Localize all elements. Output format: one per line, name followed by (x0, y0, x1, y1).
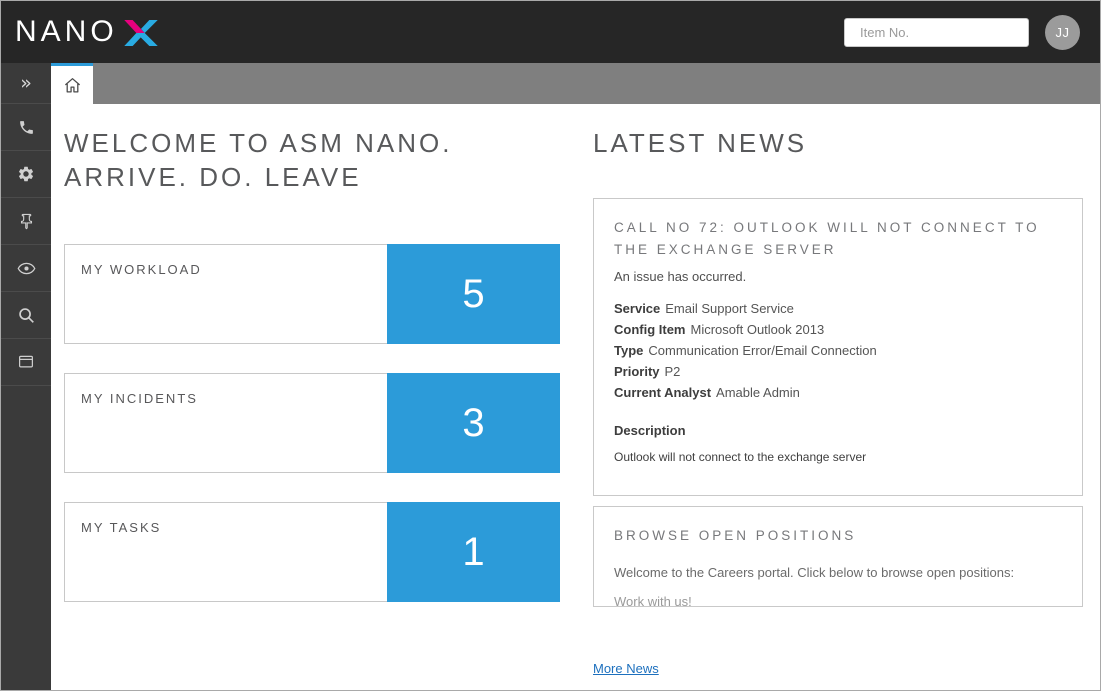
work-with-us-link[interactable]: Work with us! (614, 594, 692, 607)
user-avatar[interactable]: JJ (1045, 15, 1080, 50)
pin-icon (18, 213, 35, 230)
welcome-heading: WELCOME TO ASM NANO. ARRIVE. DO. LEAVE (64, 126, 560, 194)
more-news-link[interactable]: More News (593, 661, 659, 676)
field-label: Service (614, 301, 660, 316)
phone-icon (18, 119, 35, 136)
tab-home[interactable] (51, 63, 93, 104)
dashboard-column: WELCOME TO ASM NANO. ARRIVE. DO. LEAVE M… (64, 104, 560, 690)
sidebar-expand-button[interactable]: » (1, 63, 51, 104)
home-icon (63, 76, 82, 95)
main-content: WELCOME TO ASM NANO. ARRIVE. DO. LEAVE M… (51, 104, 1100, 690)
news-item-fields: Service Email Support Service Config Item… (614, 298, 1062, 403)
search-icon (18, 307, 35, 324)
tab-strip (51, 63, 1100, 104)
field-value: Email Support Service (665, 301, 794, 316)
item-search-box[interactable] (844, 18, 1029, 47)
stat-label: MY INCIDENTS (65, 374, 387, 472)
welcome-line2: ARRIVE. DO. LEAVE (64, 162, 362, 192)
field-label: Current Analyst (614, 385, 711, 400)
eye-icon (17, 259, 36, 278)
sidebar-item-calls[interactable] (1, 104, 51, 151)
field-label: Config Item (614, 322, 686, 337)
header-right-group: JJ (844, 15, 1080, 50)
stat-card-my-workload[interactable]: MY WORKLOAD 5 (64, 244, 560, 344)
double-chevron-right-icon: » (20, 74, 32, 93)
stat-value[interactable]: 5 (387, 244, 560, 344)
logo-text: NANO (15, 15, 118, 49)
news-item-title: CALL NO 72: OUTLOOK WILL NOT CONNECT TO … (614, 217, 1062, 261)
logo-x-icon (124, 20, 158, 46)
news-item-intro: An issue has occurred. (614, 269, 1062, 284)
field-label: Type (614, 343, 643, 358)
sidebar-item-settings[interactable] (1, 151, 51, 198)
news-item-open-positions[interactable]: BROWSE OPEN POSITIONS Welcome to the Car… (593, 506, 1083, 607)
stat-card-my-incidents[interactable]: MY INCIDENTS 3 (64, 373, 560, 473)
sidebar-item-pinned[interactable] (1, 198, 51, 245)
sidebar-item-windows[interactable] (1, 339, 51, 386)
stat-label: MY TASKS (65, 503, 387, 601)
app-window: NANO JJ » (0, 0, 1101, 691)
field-config-item: Config Item Microsoft Outlook 2013 (614, 319, 1062, 340)
field-current-analyst: Current Analyst Amable Admin (614, 382, 1062, 403)
news-item-intro: Welcome to the Careers portal. Click bel… (614, 565, 1062, 580)
news-item-title: BROWSE OPEN POSITIONS (614, 525, 1062, 547)
sidebar-item-watch[interactable] (1, 245, 51, 292)
news-column: LATEST NEWS CALL NO 72: OUTLOOK WILL NOT… (593, 104, 1083, 690)
field-service: Service Email Support Service (614, 298, 1062, 319)
nano-logo[interactable]: NANO (15, 15, 158, 49)
field-label: Priority (614, 364, 660, 379)
news-item-call-72[interactable]: CALL NO 72: OUTLOOK WILL NOT CONNECT TO … (593, 198, 1083, 496)
top-header-bar: NANO JJ (1, 1, 1100, 63)
stat-card-my-tasks[interactable]: MY TASKS 1 (64, 502, 560, 602)
stat-value[interactable]: 1 (387, 502, 560, 602)
gear-icon (17, 165, 35, 183)
field-value: P2 (665, 364, 681, 379)
field-type: Type Communication Error/Email Connection (614, 340, 1062, 361)
left-icon-sidebar: » (1, 63, 51, 690)
field-value: Microsoft Outlook 2013 (691, 322, 825, 337)
stat-value[interactable]: 3 (387, 373, 560, 473)
stat-label: MY WORKLOAD (65, 245, 387, 343)
field-value: Communication Error/Email Connection (648, 343, 876, 358)
description-label: Description (614, 423, 1062, 438)
sidebar-item-search[interactable] (1, 292, 51, 339)
field-value: Amable Admin (716, 385, 800, 400)
search-input[interactable] (860, 25, 1036, 40)
welcome-line1: WELCOME TO ASM NANO. (64, 128, 452, 158)
window-icon (17, 353, 35, 371)
latest-news-heading: LATEST NEWS (593, 126, 1083, 160)
description-text: Outlook will not connect to the exchange… (614, 450, 1062, 464)
field-priority: Priority P2 (614, 361, 1062, 382)
